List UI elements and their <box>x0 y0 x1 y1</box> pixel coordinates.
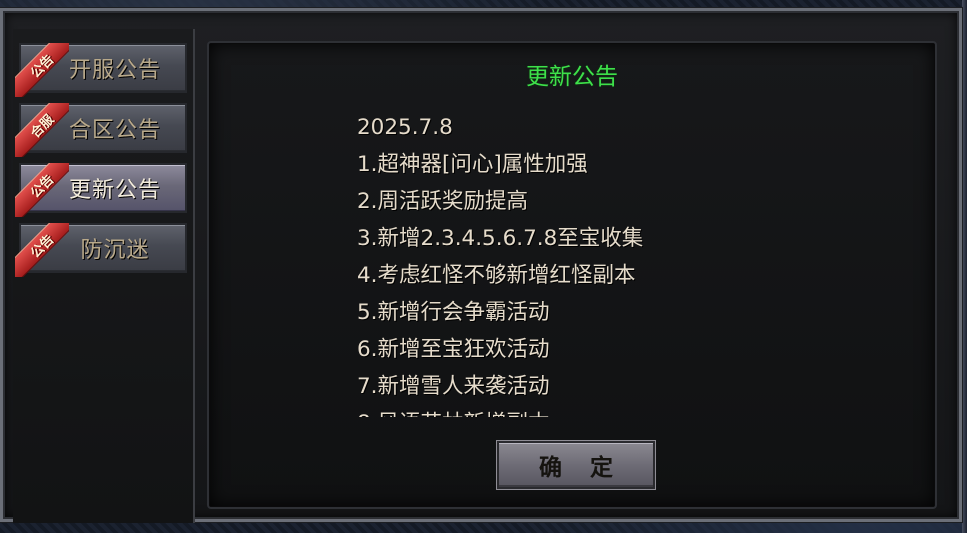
note-item: 5.新增行会争霸活动 <box>357 300 550 325</box>
note-item: 4.考虑红怪不够新增红怪副本 <box>357 263 636 288</box>
tab-anti-addiction[interactable]: 公告 防沉迷 <box>15 223 187 277</box>
note-item: 3.新增2.3.4.5.6.7.8至宝收集 <box>357 226 644 251</box>
tab-server-merge[interactable]: 合服 合区公告 <box>15 103 187 157</box>
sidebar: 公告 开服公告 合服 合区公告 公告 更新公告 公告 防沉迷 <box>13 29 195 523</box>
note-item: 1.超神器[问心]属性加强 <box>357 152 588 177</box>
confirm-button[interactable]: 确 定 <box>497 441 655 489</box>
tab-label: 防沉迷 <box>80 238 150 263</box>
tab-label: 开服公告 <box>68 58 161 83</box>
note-item: 6.新增至宝狂欢活动 <box>357 337 550 362</box>
frame-edge <box>962 0 967 533</box>
tab-server-open[interactable]: 公告 开服公告 <box>15 43 187 97</box>
note-item: 2.周活跃奖励提高 <box>357 189 529 214</box>
note-item: 8.风语花林新增副本 <box>357 405 797 417</box>
note-date: 2025.7.8 <box>357 115 453 140</box>
announcement-window: 公告 开服公告 合服 合区公告 公告 更新公告 公告 防沉迷 更新公告 2025… <box>0 7 963 523</box>
tab-label: 更新公告 <box>68 178 161 203</box>
panel-title: 更新公告 <box>526 64 618 90</box>
content-panel: 更新公告 2025.7.8 1.超神器[问心]属性加强 2.周活跃奖励提高 3.… <box>207 41 937 509</box>
tab-update[interactable]: 公告 更新公告 <box>15 163 187 217</box>
notes-scroll-area[interactable]: 2025.7.8 1.超神器[问心]属性加强 2.周活跃奖励提高 3.新增2.3… <box>357 109 797 417</box>
note-item: 7.新增雪人来袭活动 <box>357 374 550 399</box>
tab-label: 合区公告 <box>68 118 161 143</box>
